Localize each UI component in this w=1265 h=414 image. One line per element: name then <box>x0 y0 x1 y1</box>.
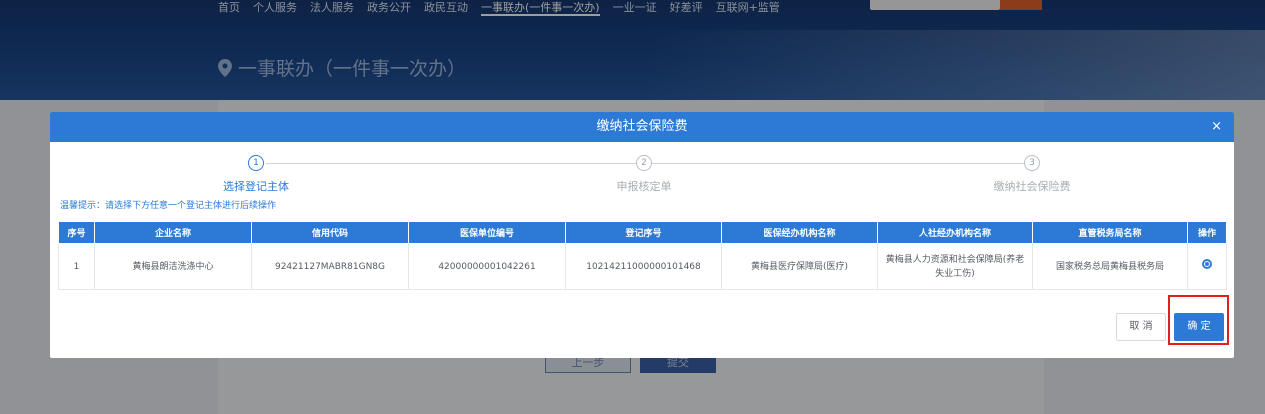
step-1-label: 选择登记主体 <box>223 180 289 193</box>
social-insurance-dialog: 缴纳社会保险费 × 1 选择登记主体 2 申报核定单 3 缴纳社会保险费 温馨提… <box>50 112 1234 358</box>
step-progress: 1 选择登记主体 2 申报核定单 3 缴纳社会保险费 <box>50 142 1234 198</box>
cell-medical-agency: 黄梅县医疗保障局(医疗) <box>721 243 878 290</box>
step-connector <box>266 163 636 164</box>
close-icon[interactable]: × <box>1211 112 1222 142</box>
col-header-medical-agency: 医保经办机构名称 <box>721 221 878 244</box>
step-2-number: 2 <box>636 155 652 171</box>
table-header-row: 序号 企业名称 信用代码 医保单位编号 登记序号 医保经办机构名称 人社经办机构… <box>58 221 1227 244</box>
col-header-index: 序号 <box>58 221 95 244</box>
cell-hr-agency: 黄梅县人力资源和社会保障局(养老失业工伤) <box>877 243 1033 290</box>
col-header-reg-no: 登记序号 <box>565 221 722 244</box>
dialog-title: 缴纳社会保险费 <box>596 119 688 134</box>
table-row[interactable]: 1 黄梅县朗洁洗涤中心 92421127MABR81GN8G 420000000… <box>58 243 1227 290</box>
cell-reg-no: 10214211000000101468 <box>565 243 722 290</box>
cell-tax-bureau: 国家税务总局黄梅县税务局 <box>1032 243 1188 290</box>
registration-table: 序号 企业名称 信用代码 医保单位编号 登记序号 医保经办机构名称 人社经办机构… <box>58 221 1227 290</box>
step-3-label: 缴纳社会保险费 <box>993 180 1071 193</box>
col-header-credit-code: 信用代码 <box>251 221 409 244</box>
col-header-tax-bureau: 直管税务局名称 <box>1032 221 1188 244</box>
cell-index: 1 <box>58 243 95 290</box>
step-connector <box>652 163 1024 164</box>
confirm-highlight-box <box>1168 295 1229 345</box>
cancel-button[interactable]: 取 消 <box>1116 313 1166 341</box>
cell-credit-code: 92421127MABR81GN8G <box>251 243 409 290</box>
step-1-number: 1 <box>248 155 264 171</box>
col-header-hr-agency: 人社经办机构名称 <box>877 221 1033 244</box>
cell-action <box>1187 243 1227 290</box>
col-header-company: 企业名称 <box>94 221 252 244</box>
step-3-number: 3 <box>1024 155 1040 171</box>
select-radio[interactable] <box>1202 259 1212 269</box>
dialog-header: 缴纳社会保险费 × <box>50 112 1234 142</box>
cell-medical-unit-no: 42000000001042261 <box>408 243 566 290</box>
col-header-action: 操作 <box>1187 221 1227 244</box>
cell-company: 黄梅县朗洁洗涤中心 <box>94 243 252 290</box>
tip-text: 温馨提示：请选择下方任意一个登记主体进行后续操作 <box>60 201 277 211</box>
col-header-medical-unit-no: 医保单位编号 <box>408 221 566 244</box>
step-2-label: 申报核定单 <box>616 180 672 193</box>
